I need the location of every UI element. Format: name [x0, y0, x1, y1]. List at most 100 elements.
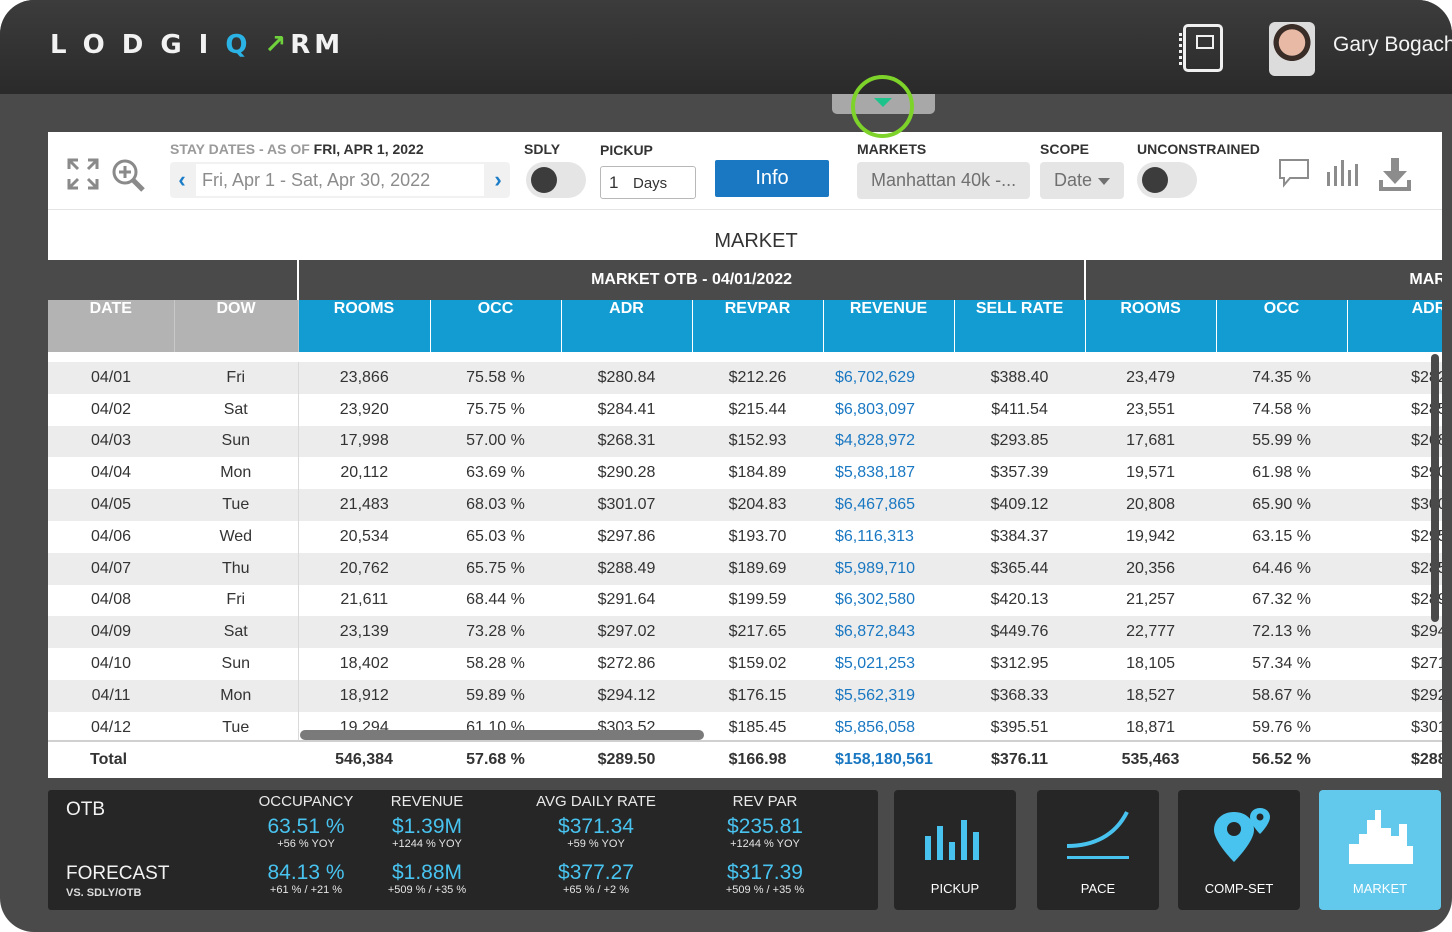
user-name[interactable]: Gary Bogach — [1333, 33, 1452, 57]
column-header[interactable]: DOW — [174, 300, 299, 352]
scope-label: SCOPE — [1040, 141, 1090, 157]
table-cell: 19,571 — [1126, 464, 1176, 482]
column-header[interactable]: OCC — [430, 300, 562, 352]
table-cell[interactable]: $6,702,629 — [823, 362, 954, 394]
date-range-picker: ‹ Fri, Apr 1 - Sat, Apr 30, 2022 › — [170, 162, 510, 198]
table-cell: 04/09 — [48, 616, 174, 649]
notebook-icon[interactable] — [1179, 24, 1223, 72]
table-cell[interactable]: $6,872,843 — [823, 616, 954, 649]
table-cell: 23,479 — [1085, 362, 1217, 394]
table-cell: Mon — [174, 457, 299, 490]
column-header[interactable]: ROOMS — [298, 300, 431, 352]
nav-pace-button[interactable]: PACE — [1037, 790, 1159, 910]
city-skyline-icon — [1319, 806, 1441, 871]
table-row[interactable]: 04/12 Tue 19,294 61.10 % $303.52 $185.45 $5,85… — [48, 711, 1442, 744]
table-cell: 17,998 — [298, 425, 430, 458]
table-row[interactable]: 04/08 Fri 21,611 68.44 % $291.64 $199.59 $6,30… — [48, 584, 1442, 617]
table-cell: 61.98 % — [1252, 464, 1311, 482]
pickup-days-input[interactable]: 1 Days — [600, 166, 696, 199]
table-cell: 74.58 % — [1252, 400, 1311, 418]
table-cell: $285.7 — [1347, 552, 1442, 585]
table-cell: $193.70 — [728, 527, 787, 545]
table-row[interactable]: 04/02 Sat 23,920 75.75 % $284.41 $215.44 $6,80… — [48, 393, 1442, 426]
column-header[interactable]: DATE — [48, 300, 175, 352]
nav-pickup-button[interactable]: PICKUP — [894, 790, 1016, 910]
nav-label: MARKET — [1352, 881, 1408, 896]
app-logo[interactable]: LODGIQ↗RM — [50, 30, 344, 60]
download-icon[interactable] — [1378, 158, 1412, 192]
info-button[interactable]: Info — [715, 160, 829, 197]
kpi-otb-change: +59 % YOY — [567, 838, 625, 850]
column-header[interactable]: REVENUE — [823, 300, 955, 352]
sdly-toggle[interactable] — [526, 162, 586, 198]
app-frame: LODGIQ↗RM Gary Bogach STAY DATES - AS OF… — [0, 0, 1452, 932]
table-cell: $268.8 — [1347, 425, 1442, 458]
table-cell: 59.76 % — [1252, 718, 1311, 736]
table-cell: 73.28 % — [430, 616, 561, 649]
markets-select[interactable]: Manhattan 40k -... — [857, 162, 1030, 199]
table-cell[interactable]: $5,562,319 — [823, 679, 954, 712]
table-row[interactable]: 04/01 Fri 23,866 75.58 % $280.84 $212.26 $6,70… — [48, 362, 1442, 394]
table-cell: Tue — [174, 489, 299, 521]
column-header[interactable]: SELL RATE — [954, 300, 1086, 352]
table-cell: $411.54 — [991, 400, 1048, 418]
table-cell: $312.95 — [990, 655, 1049, 673]
table-cell: 57.00 % — [430, 425, 561, 458]
table-cell: 04/12 — [90, 718, 132, 736]
chevron-down-icon[interactable] — [874, 98, 892, 107]
table-cell: 22,777 — [1085, 616, 1217, 649]
table-cell[interactable]: $6,467,865 — [823, 489, 954, 521]
comment-icon[interactable] — [1278, 158, 1310, 188]
table-cell: $280.84 — [561, 362, 692, 394]
kpi-otb-value: $235.81 — [727, 815, 803, 838]
scope-select[interactable]: Date — [1040, 162, 1124, 199]
table-cell: 21,257 — [1126, 591, 1176, 609]
table-cell: $152.93 — [692, 425, 823, 458]
chevron-left-icon[interactable]: ‹ — [170, 162, 194, 198]
total-label: Total — [90, 751, 128, 768]
chevron-right-icon[interactable]: › — [486, 162, 510, 198]
horizontal-scrollbar[interactable] — [300, 730, 704, 740]
avatar[interactable] — [1269, 22, 1315, 76]
table-cell: 18,527 — [1085, 679, 1217, 712]
column-header[interactable]: ADR — [1347, 300, 1442, 352]
table-cell[interactable]: $6,116,313 — [823, 521, 954, 553]
table-row[interactable]: 04/10 Sun 18,402 58.28 % $272.86 $159.02 $5,02… — [48, 648, 1442, 680]
nav-market-button[interactable]: MARKET — [1319, 790, 1441, 910]
table-cell: 67.32 % — [1252, 591, 1311, 609]
table-cell[interactable]: $4,828,972 — [823, 425, 954, 458]
forecast-sublabel: VS. SDLY/OTB — [66, 887, 142, 899]
table-row[interactable]: 04/09 Sat 23,139 73.28 % $297.02 $217.65 $6,87… — [48, 616, 1442, 649]
table-row[interactable]: 04/05 Tue 21,483 68.03 % $301.07 $204.83 $6,46… — [48, 489, 1442, 521]
table-cell: 68.44 % — [466, 591, 525, 609]
column-header[interactable]: OCC — [1216, 300, 1348, 352]
table-cell[interactable]: $5,838,187 — [823, 457, 954, 489]
table-group-header: MARKE — [1085, 260, 1442, 300]
table-cell[interactable]: $6,302,580 — [823, 585, 954, 617]
table-cell: $420.13 — [990, 591, 1049, 609]
unconstrained-toggle[interactable] — [1137, 162, 1197, 198]
column-header[interactable]: ROOMS — [1085, 300, 1217, 352]
date-range-input[interactable]: Fri, Apr 1 - Sat, Apr 30, 2022 — [196, 164, 484, 196]
column-header[interactable]: REVPAR — [692, 300, 824, 352]
table-row[interactable]: 04/03 Sun 17,998 57.00 % $268.31 $152.93 $4,82… — [48, 425, 1442, 458]
kpi-otb-value: $371.34 — [558, 815, 634, 838]
table-cell: Sun — [174, 648, 299, 680]
table-row[interactable]: 04/04 Mon 20,112 63.69 % $290.28 $184.89 $5,83… — [48, 457, 1442, 490]
table-row[interactable]: 04/07 Thu 20,762 65.75 % $288.49 $189.69 $5,98… — [48, 552, 1442, 585]
table-cell: $285.8 — [1411, 400, 1442, 418]
zoom-in-icon[interactable] — [110, 157, 146, 193]
bar-chart-icon[interactable] — [1325, 158, 1361, 188]
table-cell[interactable]: $6,803,097 — [823, 394, 954, 426]
table-cell[interactable]: $5,856,058 — [823, 712, 954, 744]
table-row[interactable]: 04/11 Mon 18,912 59.89 % $294.12 $176.15 $5,56… — [48, 679, 1442, 712]
nav-comp-set-button[interactable]: COMP-SET — [1178, 790, 1300, 910]
table-cell: 04/10 — [90, 655, 132, 673]
table-row[interactable]: 04/06 Wed 20,534 65.03 % $297.86 $193.70 $6,11… — [48, 520, 1442, 553]
column-header[interactable]: ADR — [561, 300, 693, 352]
vertical-scrollbar[interactable] — [1431, 354, 1439, 622]
table-cell: 17,681 — [1085, 425, 1217, 458]
table-cell[interactable]: $5,021,253 — [823, 648, 954, 680]
expand-icon[interactable] — [66, 157, 100, 191]
table-cell[interactable]: $5,989,710 — [823, 552, 954, 585]
